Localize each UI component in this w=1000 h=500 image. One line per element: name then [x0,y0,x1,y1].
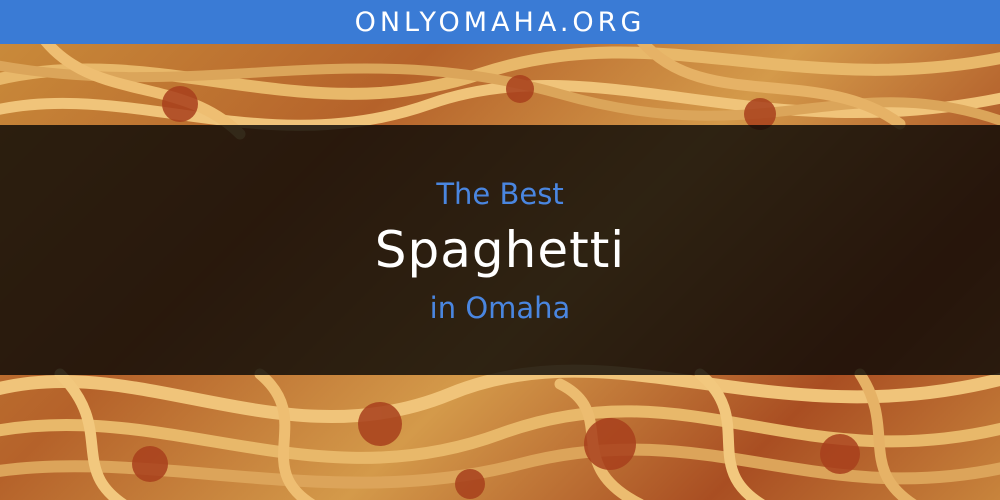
title-block: The Best Spaghetti in Omaha [0,125,1000,375]
site-header-bar: ONLYOMAHA.ORG [0,0,1000,44]
site-name[interactable]: ONLYOMAHA.ORG [355,7,646,38]
hero-banner-image: ONLYOMAHA.ORG The Best Spaghetti in Omah… [0,0,1000,500]
title-main: Spaghetti [374,221,626,279]
title-location: in Omaha [429,291,571,325]
title-prefix: The Best [436,177,564,211]
